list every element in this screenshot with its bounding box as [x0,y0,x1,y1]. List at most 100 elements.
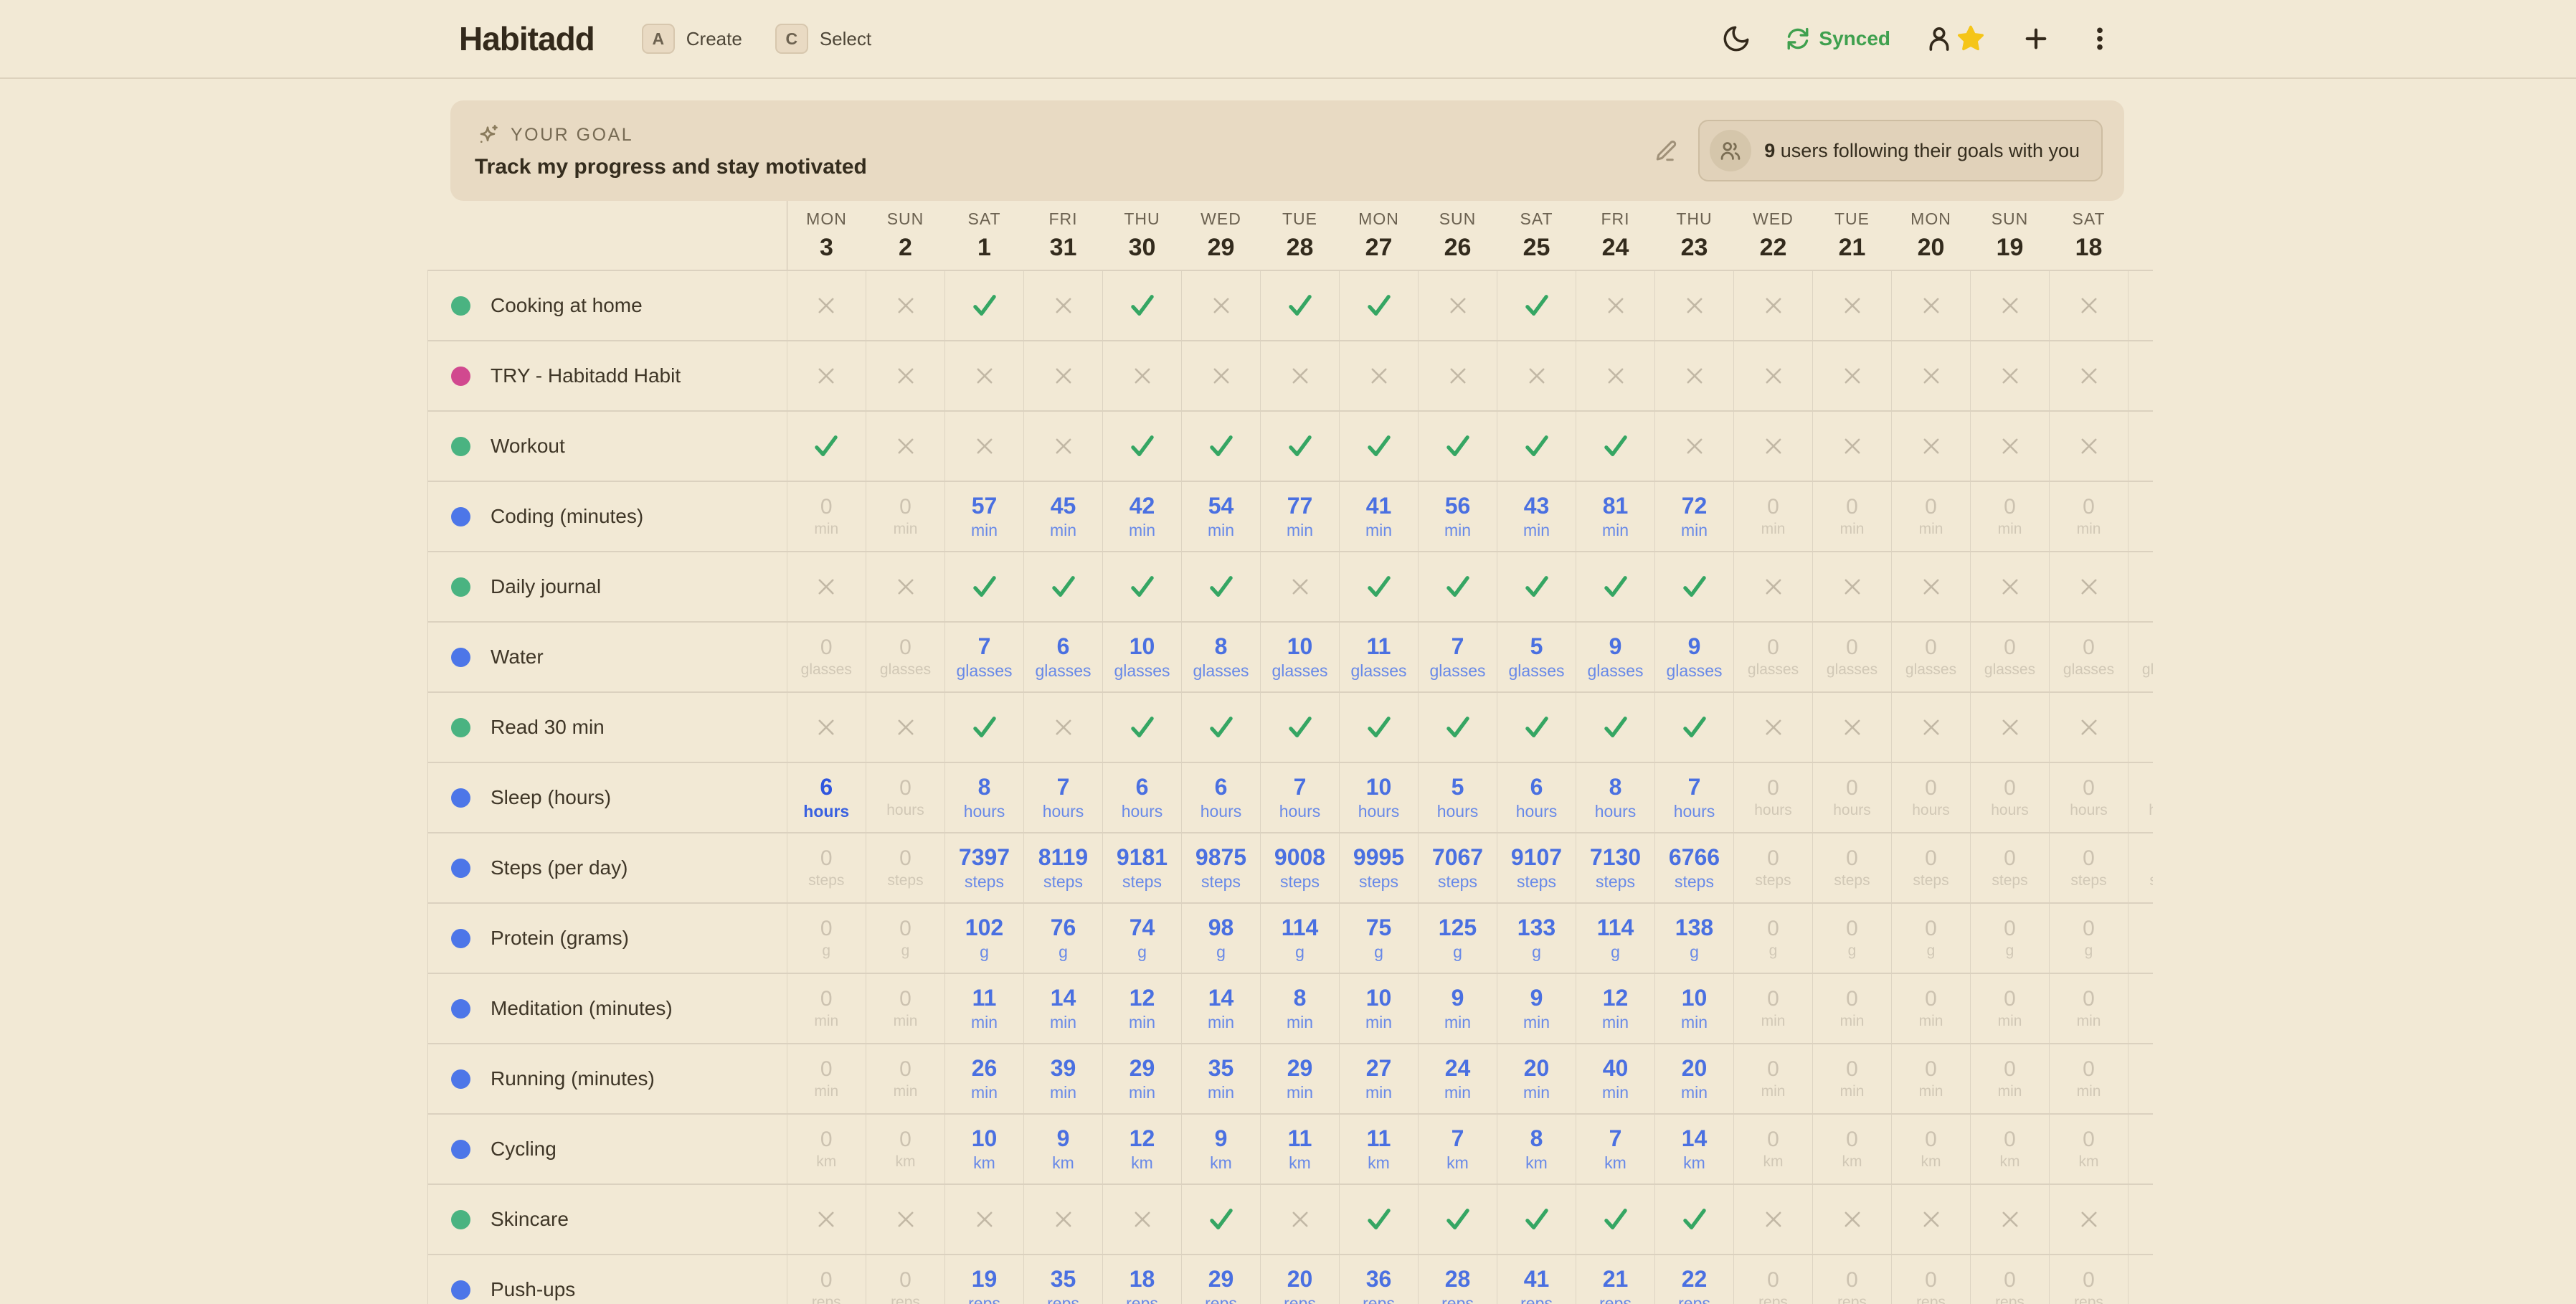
habit-cell[interactable] [1813,341,1892,411]
habit-cell[interactable] [1576,552,1655,622]
habit-cell[interactable]: 8min [1261,973,1340,1044]
habit-cell[interactable]: 27min [1340,1044,1419,1114]
habit-cell[interactable]: 0min [2128,481,2154,552]
habit-cell[interactable]: 0glasses [1971,622,2050,692]
habit-cell[interactable] [1576,341,1655,411]
habit-cell[interactable]: 21reps [1576,1255,1655,1304]
habit-cell[interactable]: 138g [1655,903,1734,973]
habit-cell[interactable]: 7km [1419,1114,1497,1184]
habit-cell[interactable] [1892,1184,1971,1255]
habit-cell[interactable]: 14min [1024,973,1103,1044]
habit-cell[interactable]: 7067steps [1419,833,1497,903]
habit-cell[interactable]: 0glasses [1892,622,1971,692]
habit-cell[interactable] [1182,270,1261,341]
habit-cell[interactable] [1576,1184,1655,1255]
habit-cell[interactable] [2128,692,2154,762]
habit-cell[interactable]: 9glasses [1655,622,1734,692]
edit-goal-button[interactable] [1654,138,1680,164]
habit-cell[interactable] [1419,692,1497,762]
habit-cell[interactable]: 7hours [1261,762,1340,833]
habit-cell[interactable] [1419,552,1497,622]
habit-cell[interactable]: 14min [1182,973,1261,1044]
habit-cell[interactable]: 0min [787,973,866,1044]
habit-cell[interactable]: 0reps [1813,1255,1892,1304]
habit-cell[interactable]: 0g [1734,903,1813,973]
habit-cell[interactable]: 76g [1024,903,1103,973]
habit-cell[interactable]: 10glasses [1103,622,1182,692]
habit-cell[interactable]: 10hours [1340,762,1419,833]
habit-cell[interactable]: 0hours [1813,762,1892,833]
habit-cell[interactable]: 0steps [2050,833,2128,903]
habit-cell[interactable]: 6hours [1103,762,1182,833]
habit-cell[interactable]: 0hours [1892,762,1971,833]
habit-cell[interactable] [1655,552,1734,622]
habit-cell[interactable]: 0g [2050,903,2128,973]
habit-cell[interactable] [1655,1184,1734,1255]
habit-row-label[interactable]: Daily journal [428,552,787,622]
habit-cell[interactable]: 5hours [1419,762,1497,833]
habit-cell[interactable]: 41reps [1497,1255,1576,1304]
habit-cell[interactable]: 0min [1734,973,1813,1044]
habit-cell[interactable]: 54min [1182,481,1261,552]
habit-cell[interactable] [2050,270,2128,341]
habit-cell[interactable]: 11min [945,973,1024,1044]
habit-cell[interactable] [2050,411,2128,481]
habit-cell[interactable]: 0min [1813,973,1892,1044]
habit-cell[interactable] [866,270,945,341]
habit-cell[interactable]: 9008steps [1261,833,1340,903]
habit-cell[interactable] [1734,270,1813,341]
habit-cell[interactable]: 0reps [1971,1255,2050,1304]
followers-chip[interactable]: 9 users following their goals with you [1698,120,2103,181]
habit-cell[interactable] [1182,692,1261,762]
habit-cell[interactable]: 11km [1261,1114,1340,1184]
habit-cell[interactable]: 0hours [1734,762,1813,833]
habit-row-label[interactable]: TRY - Habitadd Habit [428,341,787,411]
habit-cell[interactable]: 0steps [2128,833,2154,903]
habit-cell[interactable]: 7397steps [945,833,1024,903]
habit-row-label[interactable]: Steps (per day) [428,833,787,903]
habit-cell[interactable] [1419,270,1497,341]
habit-cell[interactable]: 0min [787,1044,866,1114]
habit-cell[interactable]: 133g [1497,903,1576,973]
habit-cell[interactable] [1971,1184,2050,1255]
habit-cell[interactable] [945,270,1024,341]
habit-cell[interactable]: 0reps [2050,1255,2128,1304]
habit-cell[interactable]: 9875steps [1182,833,1261,903]
habit-cell[interactable] [1340,1184,1419,1255]
habit-cell[interactable]: 114g [1261,903,1340,973]
habit-cell[interactable] [1576,270,1655,341]
habit-cell[interactable] [1813,692,1892,762]
habit-cell[interactable] [787,270,866,341]
habit-cell[interactable] [1497,1184,1576,1255]
habit-cell[interactable]: 0hours [1971,762,2050,833]
habit-cell[interactable]: 7hours [1655,762,1734,833]
habit-cell[interactable]: 19reps [945,1255,1024,1304]
habit-cell[interactable]: 0hours [866,762,945,833]
habit-cell[interactable] [1813,552,1892,622]
habit-cell[interactable]: 0steps [1813,833,1892,903]
habit-cell[interactable]: 12min [1576,973,1655,1044]
habit-cell[interactable] [1261,1184,1340,1255]
habit-cell[interactable] [866,692,945,762]
habit-cell[interactable]: 7km [1576,1114,1655,1184]
habit-cell[interactable]: 39min [1024,1044,1103,1114]
habit-cell[interactable]: 0km [787,1114,866,1184]
habit-row-label[interactable]: Running (minutes) [428,1044,787,1114]
habit-cell[interactable]: 45min [1024,481,1103,552]
habit-row-label[interactable]: Cycling [428,1114,787,1184]
sync-status[interactable]: Synced [1786,27,1890,51]
habit-cell[interactable] [1892,270,1971,341]
habit-cell[interactable] [1813,270,1892,341]
habit-cell[interactable] [1261,692,1340,762]
habit-cell[interactable]: 9km [1024,1114,1103,1184]
habit-cell[interactable]: 0min [1892,481,1971,552]
habit-cell[interactable]: 8glasses [1182,622,1261,692]
habit-cell[interactable] [2128,1184,2154,1255]
habit-cell[interactable]: 9995steps [1340,833,1419,903]
habit-cell[interactable]: 24min [1419,1044,1497,1114]
habit-cell[interactable]: 42min [1103,481,1182,552]
habit-cell[interactable] [1892,552,1971,622]
habit-cell[interactable]: 56min [1419,481,1497,552]
habit-cell[interactable] [2050,552,2128,622]
habit-row-label[interactable]: Read 30 min [428,692,787,762]
